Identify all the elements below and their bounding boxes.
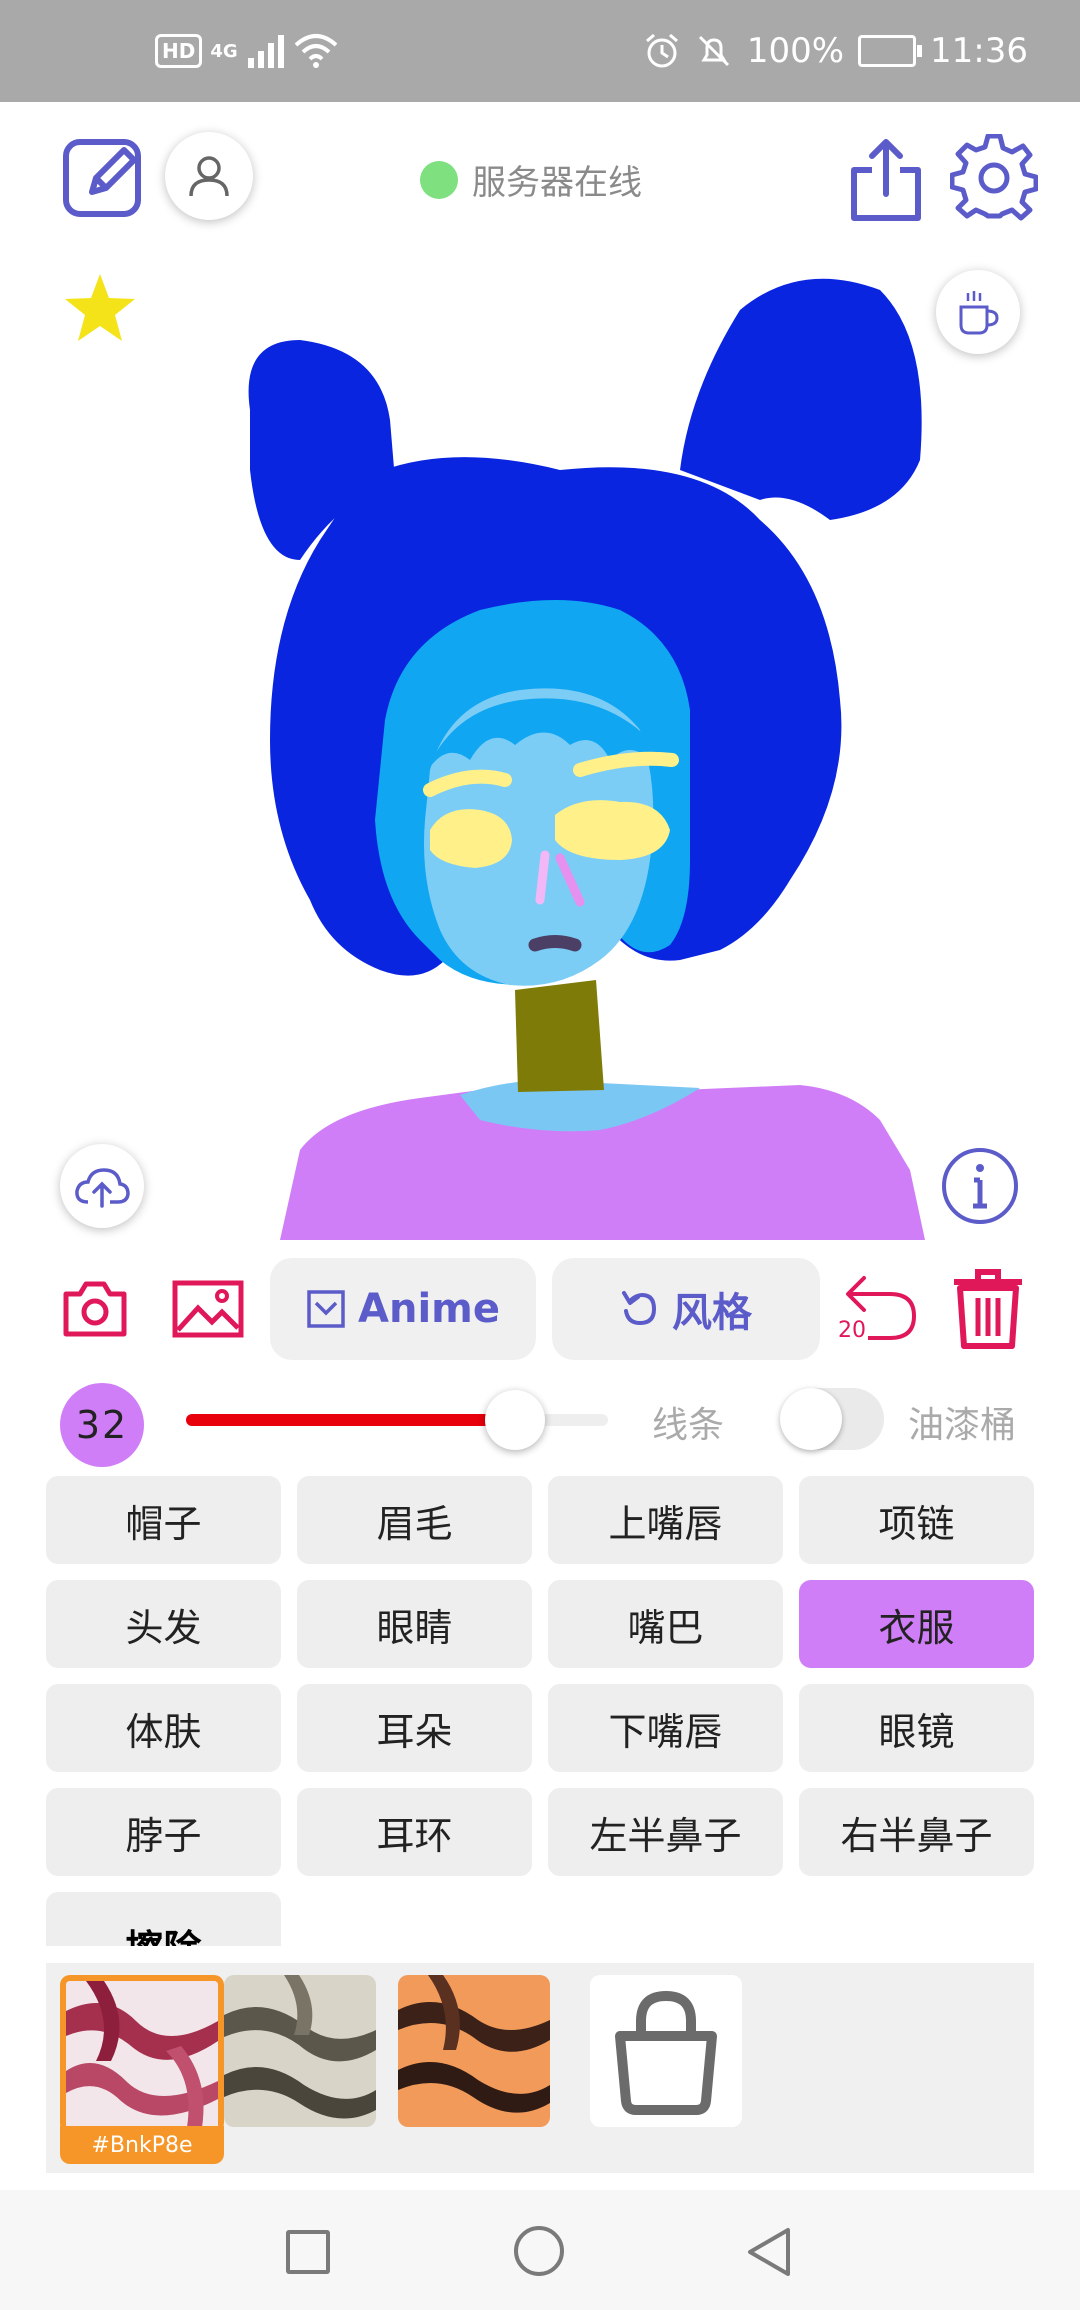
erase-button[interactable]: 擦除 (46, 1892, 281, 1946)
part-button[interactable]: 眉毛 (297, 1476, 532, 1564)
profile-button[interactable] (165, 132, 253, 220)
part-button[interactable]: 嘴巴 (548, 1580, 783, 1668)
hd-indicator: HD (155, 34, 203, 68)
settings-gear-icon[interactable] (950, 134, 1038, 222)
part-button[interactable]: 项链 (799, 1476, 1034, 1564)
bucket-label: 油漆桶 (908, 1405, 1017, 1446)
gallery-image-icon[interactable] (172, 1280, 244, 1338)
trash-icon[interactable] (950, 1268, 1026, 1350)
checkbox-mail-icon (307, 1290, 345, 1328)
part-button[interactable]: 耳朵 (297, 1684, 532, 1772)
part-button[interactable]: 脖子 (46, 1788, 281, 1876)
parts-grid: 帽子 眉毛 上嘴唇 项链头发 眼睛 嘴巴 衣服体肤 耳朵 下嘴唇 眼镜脖子 耳环 左半鼻子 右半鼻子 (46, 1476, 1034, 1876)
wifi-icon (294, 34, 337, 68)
edit-icon[interactable] (62, 134, 146, 218)
slider-thumb[interactable] (485, 1390, 545, 1450)
part-button[interactable]: 左半鼻子 (548, 1788, 783, 1876)
camera-icon[interactable] (62, 1280, 128, 1338)
locked-style-tile[interactable] (590, 1975, 742, 2127)
back-triangle-icon (748, 2228, 790, 2276)
part-button[interactable]: 右半鼻子 (799, 1788, 1034, 1876)
server-status: 服务器在线 (420, 155, 642, 204)
lock-icon (615, 1990, 717, 2115)
navigation-bar (0, 2190, 1080, 2310)
coffee-cup-icon (959, 291, 999, 335)
model-label: Anime (358, 1286, 500, 1332)
style-label: 风格 (672, 1290, 752, 1336)
drawing-canvas[interactable] (0, 255, 1080, 1240)
recent-apps-button[interactable] (286, 2230, 330, 2274)
clock: 11:36 (930, 31, 1028, 71)
style-button[interactable]: 风格 (552, 1258, 820, 1360)
network-type: 4G (210, 40, 238, 62)
style-tile-pink[interactable] (60, 1975, 224, 2133)
brush-size-badge: 32 (60, 1383, 144, 1467)
battery-percent: 100% (746, 31, 845, 71)
back-button[interactable] (744, 2226, 792, 2282)
drawing-artwork (248, 278, 925, 1240)
parts-panel: 帽子眉毛上嘴唇项链头发眼睛嘴巴衣服体肤耳朵下嘴唇眼镜脖子耳环左半鼻子右半鼻子 擦… (46, 1476, 1034, 1946)
part-button[interactable]: 上嘴唇 (548, 1476, 783, 1564)
share-icon[interactable] (846, 136, 926, 222)
part-button[interactable]: 帽子 (46, 1476, 281, 1564)
mute-bell-icon (698, 35, 729, 67)
part-button[interactable]: 下嘴唇 (548, 1684, 783, 1772)
style-tile-orange[interactable] (398, 1975, 550, 2127)
cloud-upload-icon (75, 1168, 130, 1208)
user-icon (189, 156, 229, 197)
home-button[interactable] (514, 2226, 564, 2276)
model-select-button[interactable]: Anime (270, 1258, 536, 1360)
slider-fill (186, 1414, 515, 1426)
undo-button[interactable]: 20 (838, 1272, 918, 1343)
part-button[interactable]: 眼睛 (297, 1580, 532, 1668)
status-dot (420, 160, 458, 199)
status-bar: HD 4G 100% 11:36 (0, 0, 1080, 102)
battery-icon (858, 35, 923, 67)
favorite-star-icon[interactable] (62, 270, 138, 346)
alarm-icon (645, 33, 678, 68)
part-button[interactable]: 眼镜 (799, 1684, 1034, 1772)
part-button[interactable]: 体肤 (46, 1684, 281, 1772)
info-icon[interactable] (940, 1146, 1020, 1226)
part-button[interactable]: 衣服 (799, 1580, 1034, 1668)
upload-button[interactable] (60, 1144, 144, 1228)
part-button[interactable]: 头发 (46, 1580, 281, 1668)
style-tag: #BnkP8e (60, 2126, 224, 2164)
refresh-icon (622, 1291, 657, 1326)
server-status-label: 服务器在线 (472, 163, 642, 203)
signal-icon (247, 35, 284, 68)
undo-count: 20 (838, 1318, 866, 1343)
style-tile-gray[interactable] (224, 1975, 376, 2127)
part-button[interactable]: 耳环 (297, 1788, 532, 1876)
toggle-knob[interactable] (780, 1388, 842, 1450)
line-mode-label: 线条 (652, 1405, 725, 1446)
coffee-button[interactable] (936, 270, 1020, 354)
